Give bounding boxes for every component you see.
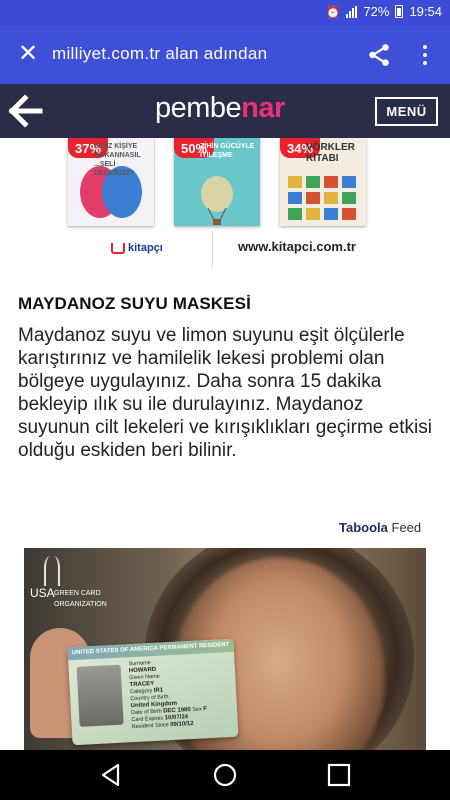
arrow-left-icon[interactable] — [8, 94, 44, 128]
nav-recents-icon[interactable] — [326, 762, 352, 788]
card-photo — [76, 664, 124, 727]
close-icon[interactable]: ✕ — [14, 40, 42, 68]
battery-icon — [395, 5, 404, 18]
book-cover[interactable]: 37% BİNİZ KİŞİYE KOKANNASIL ...ŞELİ DEĞE… — [68, 138, 154, 226]
page-content: 37% BİNİZ KİŞİYE KOKANNASIL ...ŞELİ DEĞE… — [0, 138, 450, 750]
more-vert-icon[interactable] — [415, 40, 435, 70]
battery-percent: 72% — [363, 4, 390, 19]
taboola-feed-label[interactable]: Taboola Feed — [339, 520, 421, 535]
book-title: ZİHİN GÜCÜYLE İYİLEŞME — [200, 143, 255, 159]
nav-back-icon[interactable] — [98, 762, 124, 788]
book-cover[interactable]: 50% ZİHİN GÜCÜYLE İYİLEŞME — [174, 138, 260, 226]
clock: 19:54 — [409, 4, 442, 19]
book-title: BİNİZ KİŞİYE KOKANNASIL ...ŞELİ DEĞERSİZ… — [94, 143, 141, 177]
pattern-illustration — [288, 176, 356, 220]
system-nav-bar — [0, 750, 450, 800]
book-title: VÖRKLER KİTABI — [306, 142, 355, 164]
article-heading: MAYDANOZ SUYU MASKESİ — [18, 294, 251, 313]
cart-icon — [111, 242, 125, 254]
green-card-promo-image[interactable]: USA GREEN CARD ORGANIZATION UNITED STATE… — [24, 548, 426, 750]
url-text[interactable]: milliyet.com.tr alan adından — [52, 44, 267, 64]
site-header: pembenar MENÜ — [0, 84, 450, 138]
status-bar: ⏰ 72% 19:54 — [0, 0, 450, 26]
usa-green-card-logo: USA GREEN CARD ORGANIZATION — [30, 586, 107, 608]
card-fields: Surname HOWARD Given Name TRACEY Categor… — [128, 660, 208, 731]
book-cover[interactable]: 34% VÖRKLER KİTABI — [280, 138, 366, 226]
ad-site-link[interactable]: www.kitapci.com.tr — [238, 239, 356, 254]
kitapci-logo[interactable]: kitapçı — [111, 237, 163, 259]
green-card: UNITED STATES OF AMERICA PERMANENT RESID… — [67, 638, 239, 746]
alarm-icon: ⏰ — [325, 4, 341, 19]
nav-home-icon[interactable] — [212, 762, 238, 788]
browser-toolbar: ✕ milliyet.com.tr alan adından — [0, 26, 450, 84]
liberty-torch-icon — [44, 556, 60, 586]
balloon-illustration — [201, 176, 233, 225]
site-logo[interactable]: pembenar — [155, 92, 285, 125]
ad-footer: kitapçı www.kitapci.com.tr — [68, 231, 368, 271]
article-paragraph: Maydanoz suyu ve limon suyunu eşit ölçül… — [18, 325, 432, 461]
book-ad[interactable]: 37% BİNİZ KİŞİYE KOKANNASIL ...ŞELİ DEĞE… — [68, 138, 368, 268]
signal-icon — [346, 5, 358, 18]
share-icon[interactable] — [366, 42, 392, 68]
menu-button[interactable]: MENÜ — [375, 97, 438, 126]
divider — [212, 231, 213, 267]
